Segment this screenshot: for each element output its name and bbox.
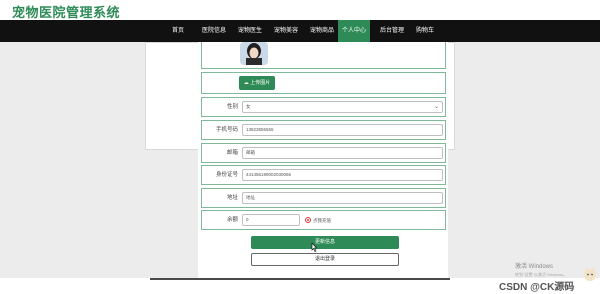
- id-card-row: 身份证号 441456199002030066: [201, 165, 446, 185]
- nav-item-admin[interactable]: 后台管理: [374, 20, 410, 42]
- nav-item-home[interactable]: 首页: [160, 20, 196, 42]
- nav-item-cart[interactable]: 购物车: [410, 20, 440, 42]
- email-input[interactable]: 邮箱: [242, 147, 443, 159]
- upload-row: ☁ 上传图片: [201, 72, 446, 94]
- mouse-cursor-icon: [311, 243, 317, 252]
- logout-button[interactable]: 退出登录: [251, 253, 399, 266]
- update-info-button[interactable]: 更新信息: [251, 236, 399, 249]
- avatar: [240, 42, 268, 65]
- cat-mascot-icon: [584, 267, 596, 281]
- windows-activation-text: 激活 Windows: [515, 264, 554, 270]
- chevron-down-icon: ⌄: [433, 104, 439, 110]
- phone-label: 手机号码: [215, 127, 238, 133]
- csdn-watermark: CSDN @CK源码: [499, 282, 575, 293]
- email-row: 邮箱 邮箱: [201, 143, 446, 163]
- nav-item-personal-center[interactable]: 个人中心: [338, 20, 370, 42]
- scroll-indicator: [150, 278, 450, 280]
- recharge-link[interactable]: 点我充值: [305, 216, 331, 225]
- gender-row: 性别 女 ⌄: [201, 97, 446, 117]
- avatar-row: [201, 42, 446, 69]
- cloud-upload-icon: ☁: [243, 80, 249, 86]
- id-card-label: 身份证号: [215, 172, 238, 178]
- gender-label: 性别: [226, 104, 238, 110]
- nav-item-pet-grooming[interactable]: 宠物美容: [268, 20, 304, 42]
- gender-select[interactable]: 女 ⌄: [242, 101, 443, 113]
- nav-item-pet-products[interactable]: 宠物商品: [304, 20, 340, 42]
- phone-input[interactable]: 13823855555: [242, 124, 443, 136]
- email-label: 邮箱: [226, 150, 238, 156]
- nav-item-hospital-info[interactable]: 医院信息: [196, 20, 232, 42]
- id-card-input[interactable]: 441456199002030066: [242, 169, 443, 181]
- balance-row: 余额 0 点我充值: [201, 210, 446, 230]
- balance-input: 0: [242, 214, 300, 226]
- phone-row: 手机号码 13823855555: [201, 120, 446, 140]
- address-input[interactable]: 地址: [242, 192, 443, 204]
- address-row: 地址 地址: [201, 188, 446, 208]
- upload-image-button[interactable]: ☁ 上传图片: [239, 76, 275, 90]
- gender-value: 女: [246, 104, 251, 109]
- address-label: 地址: [226, 195, 238, 201]
- top-bar: 宠物医院管理系统: [0, 0, 600, 20]
- main-nav: 首页 医院信息 宠物医生 宠物美容 宠物商品 个人中心 后台管理 购物车: [0, 20, 600, 42]
- app-title: 宠物医院管理系统: [12, 5, 121, 20]
- recharge-icon: [305, 217, 311, 223]
- recharge-label: 点我充值: [313, 218, 331, 223]
- balance-label: 余额: [226, 217, 238, 223]
- upload-button-label: 上传图片: [250, 80, 271, 86]
- nav-item-pet-doctors[interactable]: 宠物医生: [232, 20, 268, 42]
